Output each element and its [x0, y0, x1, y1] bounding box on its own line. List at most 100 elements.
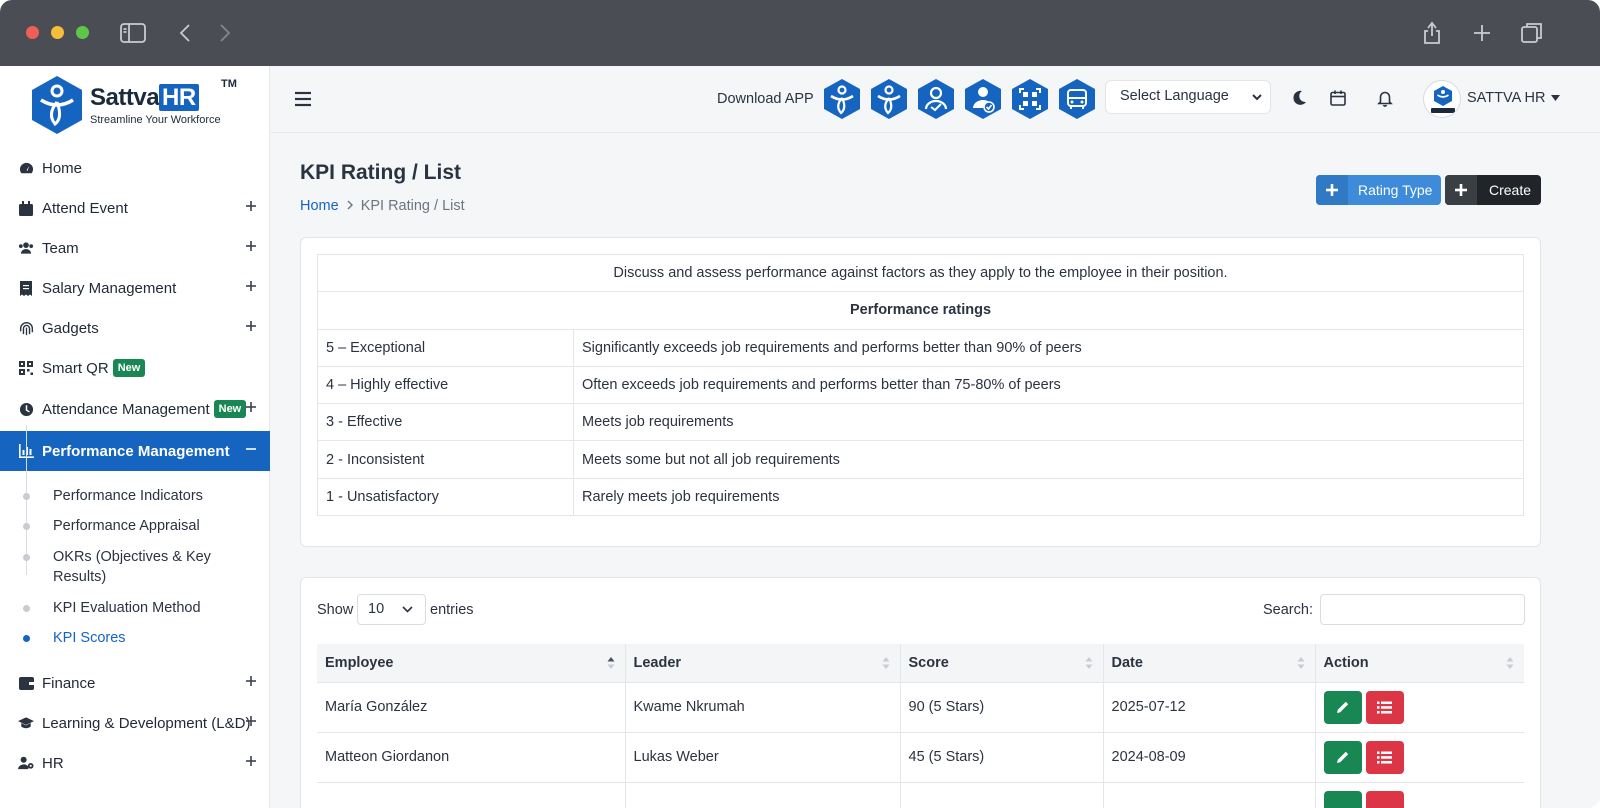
- sidebar-item-finance[interactable]: Finance: [0, 663, 270, 703]
- sidebar-item-label: Finance: [42, 674, 96, 692]
- new-badge: New: [112, 359, 146, 377]
- close-window-button[interactable]: [26, 26, 39, 39]
- employee-cell: Matteon Giordanon: [317, 731, 626, 782]
- performance-ratings-card: Discuss and assess performance against f…: [300, 237, 1541, 547]
- app-download-bus-icon[interactable]: [1057, 78, 1097, 120]
- date-cell-empty: [1103, 781, 1316, 808]
- expand-plus-icon[interactable]: [244, 714, 258, 728]
- language-select[interactable]: Select Language: [1105, 80, 1271, 114]
- details-button[interactable]: [1365, 690, 1404, 724]
- submenu-performance-indicators[interactable]: Performance Indicators: [53, 486, 203, 506]
- submenu-performance-appraisal[interactable]: Performance Appraisal: [53, 516, 200, 536]
- edit-button[interactable]: [1323, 690, 1362, 724]
- page-size-value: 10: [368, 601, 385, 617]
- plus-icon: [1316, 175, 1348, 205]
- app-download-user-check-icon[interactable]: [916, 78, 956, 120]
- expand-plus-icon[interactable]: [244, 400, 258, 414]
- kpi-list-card: Show 10 entries Search: Employee Leader …: [300, 577, 1541, 808]
- sidebar-toggle-icon[interactable]: [119, 19, 147, 47]
- notification-bell-icon[interactable]: [1376, 89, 1394, 107]
- rating-description: Often exceeds job requirements and perfo…: [573, 365, 1524, 405]
- date-cell: 2025-07-12: [1103, 681, 1316, 732]
- app-download-employee-icon[interactable]: [822, 78, 862, 120]
- column-header-employee[interactable]: Employee: [317, 644, 626, 682]
- back-icon[interactable]: [171, 19, 199, 47]
- chevron-down-icon: [1252, 94, 1262, 101]
- expand-plus-icon[interactable]: [244, 279, 258, 293]
- pencil-icon: [1336, 701, 1348, 713]
- minimize-window-button[interactable]: [51, 26, 64, 39]
- new-tab-icon[interactable]: [1468, 19, 1496, 47]
- sidebar-item-salary-management[interactable]: Salary Management: [0, 268, 270, 308]
- create-button[interactable]: Create: [1445, 175, 1541, 205]
- sidebar-item-label: HR: [42, 754, 64, 772]
- details-button[interactable]: [1365, 740, 1404, 774]
- submenu-okrs[interactable]: OKRs (Objectives & Key Results): [53, 547, 243, 587]
- user-name-label: SATTVA HR: [1467, 90, 1546, 106]
- table-row: 4 – Highly effective Often exceeds job re…: [317, 365, 1524, 405]
- column-header-date[interactable]: Date: [1103, 644, 1316, 682]
- column-header-leader[interactable]: Leader: [625, 644, 901, 682]
- column-header-score[interactable]: Score: [900, 644, 1104, 682]
- score-cell: 45 (5 Stars): [900, 731, 1104, 782]
- breadcrumb: Home KPI Rating / List: [300, 198, 465, 214]
- leader-cell: Lukas Weber: [625, 731, 901, 782]
- sidebar-item-smart-qr[interactable]: Smart QR New: [0, 348, 270, 388]
- dark-mode-moon-icon[interactable]: [1290, 89, 1308, 107]
- details-button[interactable]: [1365, 790, 1404, 808]
- table-row: 5 – Exceptional Significantly exceeds job…: [317, 328, 1524, 367]
- expand-plus-icon[interactable]: [244, 754, 258, 768]
- sort-icon: [1297, 657, 1304, 669]
- submenu-bullet: [23, 493, 30, 500]
- users-icon: [18, 240, 34, 256]
- expand-plus-icon[interactable]: [244, 319, 258, 333]
- expand-plus-icon[interactable]: [244, 239, 258, 253]
- sort-ascending-icon: [607, 657, 614, 669]
- sidebar-item-attendance-management[interactable]: Attendance Management New: [0, 389, 270, 429]
- sidebar-item-hr[interactable]: HR: [0, 743, 270, 783]
- brand-name: Sattva HR: [90, 84, 199, 112]
- hamburger-menu-icon[interactable]: [293, 90, 313, 108]
- score-cell: 90 (5 Stars): [900, 681, 1104, 732]
- table-row: 1 - Unsatisfactory Rarely meets job requi…: [317, 477, 1524, 517]
- sidebar-item-attend-event[interactable]: Attend Event: [0, 188, 270, 228]
- brand-tagline: Streamline Your Workforce: [90, 114, 221, 126]
- submenu-bullet: [23, 605, 30, 612]
- rating-type-button[interactable]: Rating Type: [1316, 175, 1441, 205]
- app-download-qr-scanner-icon[interactable]: [1010, 78, 1050, 120]
- expand-plus-icon[interactable]: [244, 199, 258, 213]
- sidebar-item-label: Learning & Development (L&D): [42, 714, 251, 732]
- page-size-select[interactable]: 10: [357, 594, 426, 625]
- submenu-kpi-evaluation-method[interactable]: KPI Evaluation Method: [53, 598, 201, 618]
- employee-cell: María González: [317, 681, 626, 732]
- employee-cell-empty: [317, 781, 626, 808]
- column-header-action[interactable]: Action: [1315, 644, 1524, 682]
- sidebar-item-performance-management[interactable]: Performance Management: [0, 431, 270, 471]
- sidebar-item-learning-development[interactable]: Learning & Development (L&D): [0, 703, 270, 743]
- edit-button[interactable]: [1323, 790, 1362, 808]
- breadcrumb-home-link[interactable]: Home: [300, 198, 339, 214]
- avatar[interactable]: [1423, 80, 1461, 118]
- maximize-window-button[interactable]: [76, 26, 89, 39]
- forward-icon[interactable]: [211, 19, 239, 47]
- submenu-kpi-scores[interactable]: KPI Scores: [53, 628, 126, 648]
- browser-titlebar: [0, 0, 1600, 66]
- user-menu[interactable]: SATTVA HR: [1467, 90, 1561, 106]
- page-title: KPI Rating / List: [300, 161, 462, 184]
- action-cell: [1315, 731, 1524, 782]
- search-input[interactable]: [1320, 594, 1525, 625]
- tab-overview-icon[interactable]: [1518, 19, 1546, 47]
- app-download-manager-icon[interactable]: [869, 78, 909, 120]
- sidebar-item-label: Gadgets: [42, 319, 99, 337]
- calendar-icon[interactable]: [1329, 89, 1347, 107]
- sidebar-item-home[interactable]: Home: [0, 148, 270, 188]
- sidebar-item-team[interactable]: Team: [0, 228, 270, 268]
- app-download-user-verified-icon[interactable]: [963, 78, 1003, 120]
- sidebar-item-label: Smart QR: [42, 359, 109, 377]
- share-icon[interactable]: [1418, 19, 1446, 47]
- expand-plus-icon[interactable]: [244, 674, 258, 688]
- collapse-minus-icon[interactable]: [244, 442, 258, 456]
- sidebar-item-gadgets[interactable]: Gadgets: [0, 308, 270, 348]
- brand-logo[interactable]: Sattva HR TM Streamline Your Workforce: [30, 74, 250, 136]
- edit-button[interactable]: [1323, 740, 1362, 774]
